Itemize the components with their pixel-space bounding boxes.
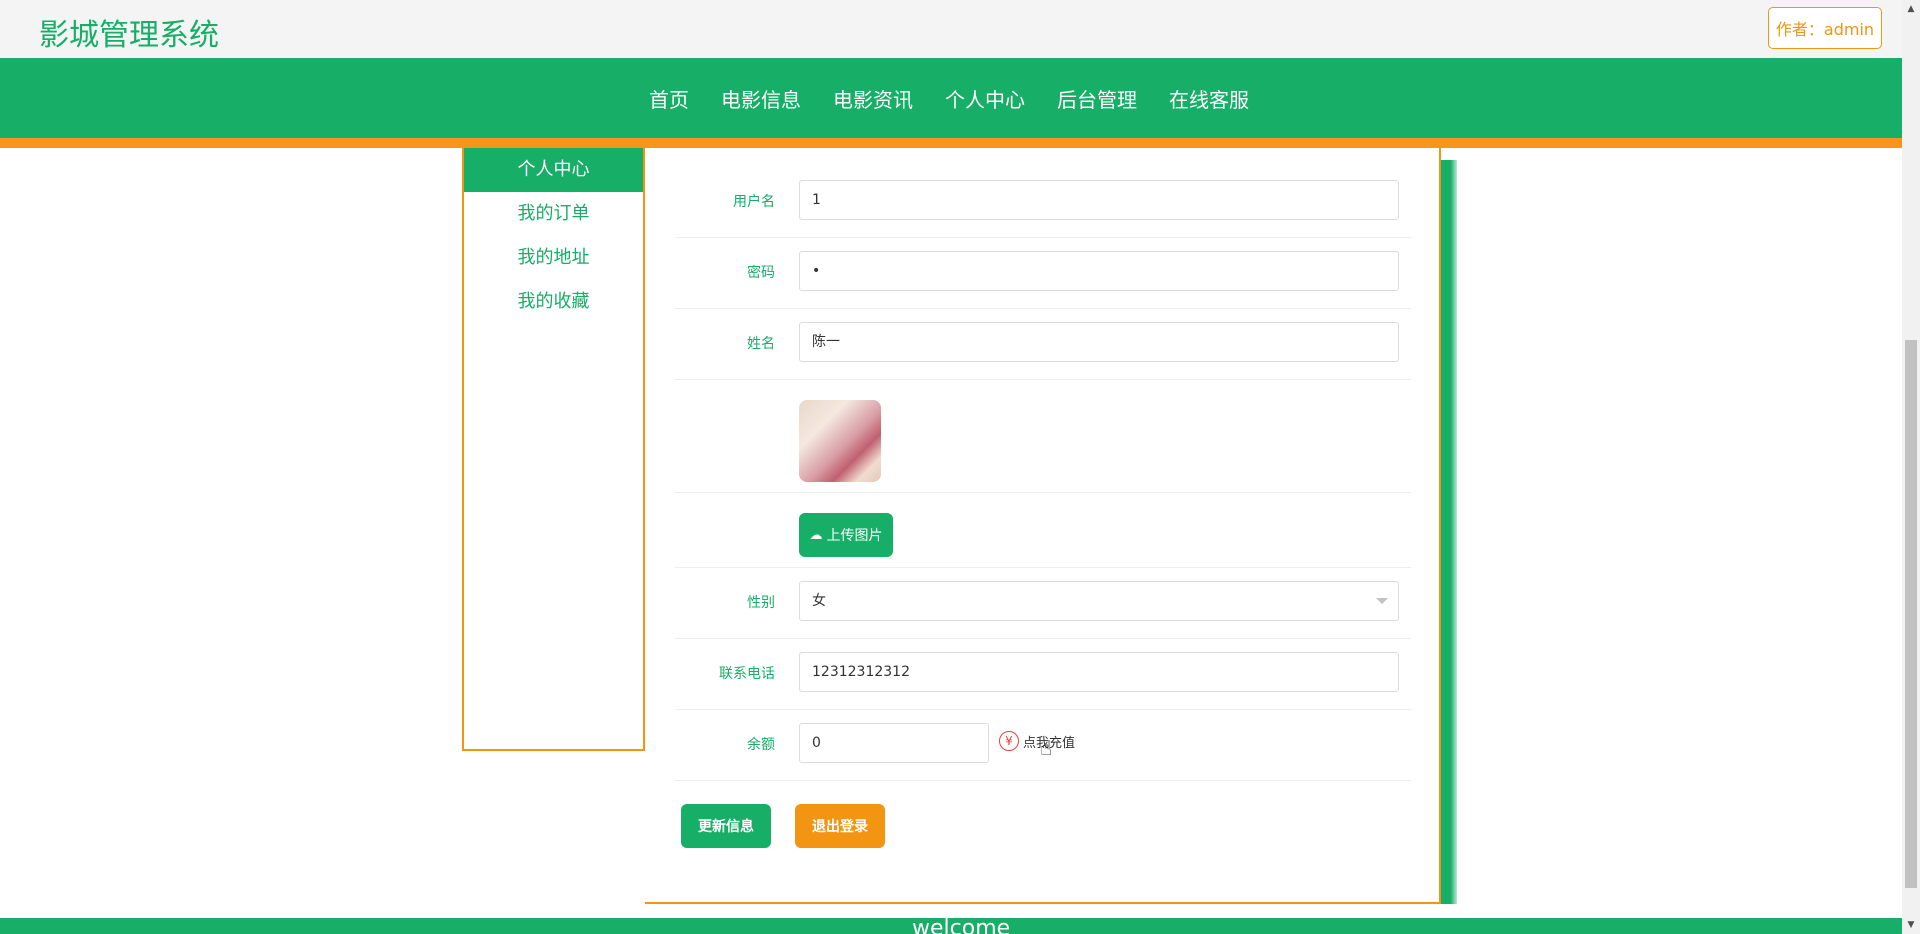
username-input[interactable]: 1 [799,180,1399,220]
sidebar-item-personal-center[interactable]: 个人中心 [464,148,643,192]
balance-input[interactable]: 0 [799,723,989,763]
name-row: 姓名 陈一 [675,309,1411,380]
password-input[interactable]: • [799,251,1399,291]
phone-input[interactable]: 12312312312 [799,652,1399,692]
avatar-row [675,380,1411,493]
nav-item-home[interactable]: 首页 [649,84,689,113]
gender-select[interactable]: 女 [799,581,1399,621]
top-header: 影城管理系统 作者：admin [0,0,1902,58]
yuan-icon: ¥ [999,731,1019,751]
profile-form-panel: 用户名 1 密码 • 姓名 陈一 ☁ 上传图片 性别 女 联系电话 123123… [645,148,1441,904]
cloud-upload-icon: ☁ [809,527,823,543]
nav-item-admin[interactable]: 后台管理 [1057,84,1137,113]
scroll-up-icon[interactable]: ▲ [1902,0,1920,18]
password-label: 密码 [747,265,775,281]
name-input[interactable]: 陈一 [799,322,1399,362]
nav-divider [0,138,1902,148]
site-title: 影城管理系统 [39,18,219,53]
name-label: 姓名 [747,336,775,352]
update-info-button[interactable]: 更新信息 [681,804,771,848]
password-row: 密码 • [675,238,1411,309]
hand-cursor-icon: ☝ [1040,736,1053,760]
nav-item-personal-center[interactable]: 个人中心 [945,84,1025,113]
upload-label: 上传图片 [826,528,883,544]
content-shadow [1441,160,1457,904]
balance-row: 余额 0 ¥ 点我充值 ☝ [675,710,1411,781]
page-scrollbar[interactable]: ▲ ▼ [1902,0,1920,934]
footer: welcome [0,918,1902,934]
main-nav: 首页 电影信息 电影资讯 个人中心 后台管理 在线客服 [0,58,1902,138]
upload-image-button[interactable]: ☁ 上传图片 [799,513,893,557]
nav-item-movie-news[interactable]: 电影资讯 [833,84,913,113]
scroll-down-icon[interactable]: ▼ [1902,916,1920,934]
gender-value: 女 [812,593,826,609]
upload-row: ☁ 上传图片 [675,493,1411,568]
gender-row: 性别 女 [675,568,1411,639]
phone-label: 联系电话 [719,666,775,682]
footer-text: welcome [912,918,1011,934]
sidebar-item-my-address[interactable]: 我的地址 [464,236,643,280]
phone-row: 联系电话 12312312312 [675,639,1411,710]
sidebar-item-my-favorites[interactable]: 我的收藏 [464,280,643,324]
nav-item-movie-info[interactable]: 电影信息 [721,84,801,113]
nav-list: 首页 电影信息 电影资讯 个人中心 后台管理 在线客服 [649,58,1281,138]
scroll-thumb[interactable] [1905,340,1917,888]
sidebar-item-my-orders[interactable]: 我的订单 [464,192,643,236]
author-button[interactable]: 作者：admin [1768,7,1882,49]
nav-item-customer-service[interactable]: 在线客服 [1169,84,1249,113]
username-label: 用户名 [733,194,775,210]
recharge-link[interactable]: ¥ 点我充值 [999,731,1075,751]
gender-label: 性别 [747,595,775,611]
username-row: 用户名 1 [675,180,1411,238]
avatar-image [799,400,881,482]
sidebar: 个人中心 我的订单 我的地址 我的收藏 [462,148,645,751]
balance-label: 余额 [747,737,775,753]
logout-button[interactable]: 退出登录 [795,804,885,848]
chevron-down-icon [1376,598,1388,604]
